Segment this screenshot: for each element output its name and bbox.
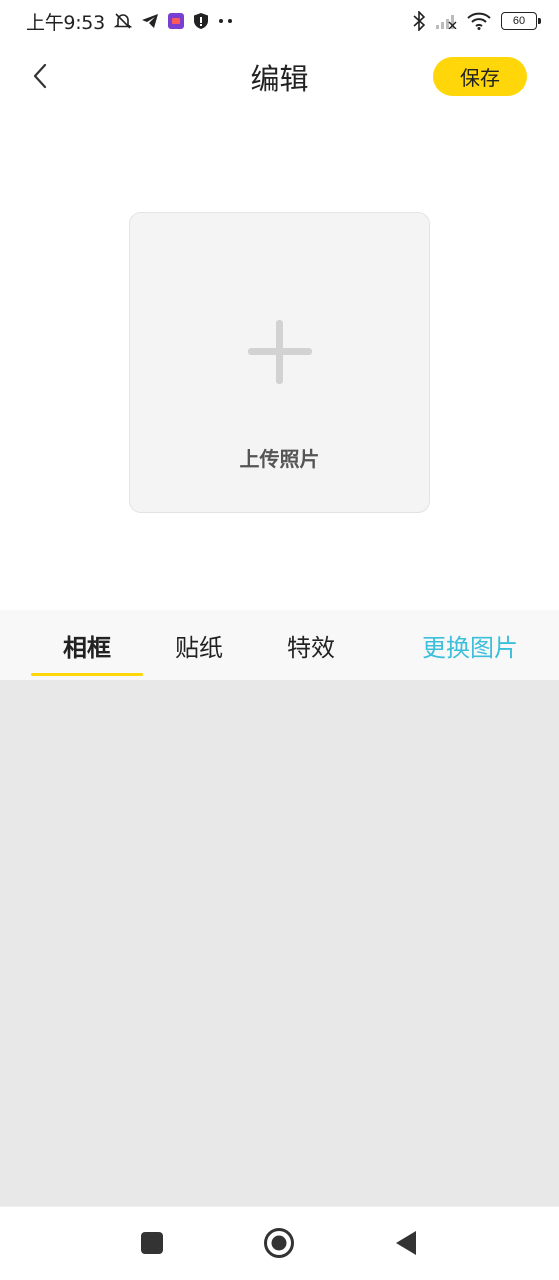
active-tab-indicator [31, 673, 143, 676]
bluetooth-icon [413, 11, 425, 31]
shield-icon [193, 11, 209, 31]
telegram-icon [141, 11, 159, 31]
back-triangle-icon [394, 1230, 418, 1260]
status-bar: 上午9:53 60 [0, 0, 559, 42]
wifi-icon [467, 11, 491, 31]
status-time: 上午9:53 [26, 11, 105, 34]
system-nav-bar [0, 1206, 559, 1280]
page-title: 编辑 [250, 62, 309, 96]
tab-frame[interactable]: 相框 [31, 610, 143, 680]
back-button[interactable] [22, 60, 58, 96]
save-button[interactable]: 保存 [433, 57, 527, 96]
header: 编辑 保存 [0, 42, 559, 112]
back-nav-button[interactable] [390, 1229, 422, 1261]
status-left: 上午9:53 [26, 8, 235, 35]
home-button[interactable] [263, 1227, 295, 1263]
upload-photo-box[interactable]: 上传照片 [129, 212, 430, 513]
plus-icon [248, 320, 312, 384]
status-right: 60 [413, 11, 541, 31]
change-image-link[interactable]: 更换图片 [422, 610, 518, 680]
tab-effects[interactable]: 特效 [255, 610, 367, 680]
upload-photo-label: 上传照片 [239, 447, 320, 471]
recents-button[interactable] [136, 1229, 168, 1261]
app-icon [167, 11, 185, 31]
more-dots-icon [217, 11, 235, 31]
tab-sticker[interactable]: 贴纸 [143, 610, 255, 680]
recents-square-icon [140, 1231, 164, 1259]
signal-icon [435, 11, 457, 31]
home-circle-icon [263, 1227, 295, 1263]
mute-bell-icon [113, 11, 133, 31]
options-panel [0, 680, 559, 1206]
tab-bar: 相框 贴纸 特效 更换图片 [0, 610, 559, 680]
battery-icon: 60 [501, 12, 541, 30]
chevron-left-icon [31, 62, 49, 94]
